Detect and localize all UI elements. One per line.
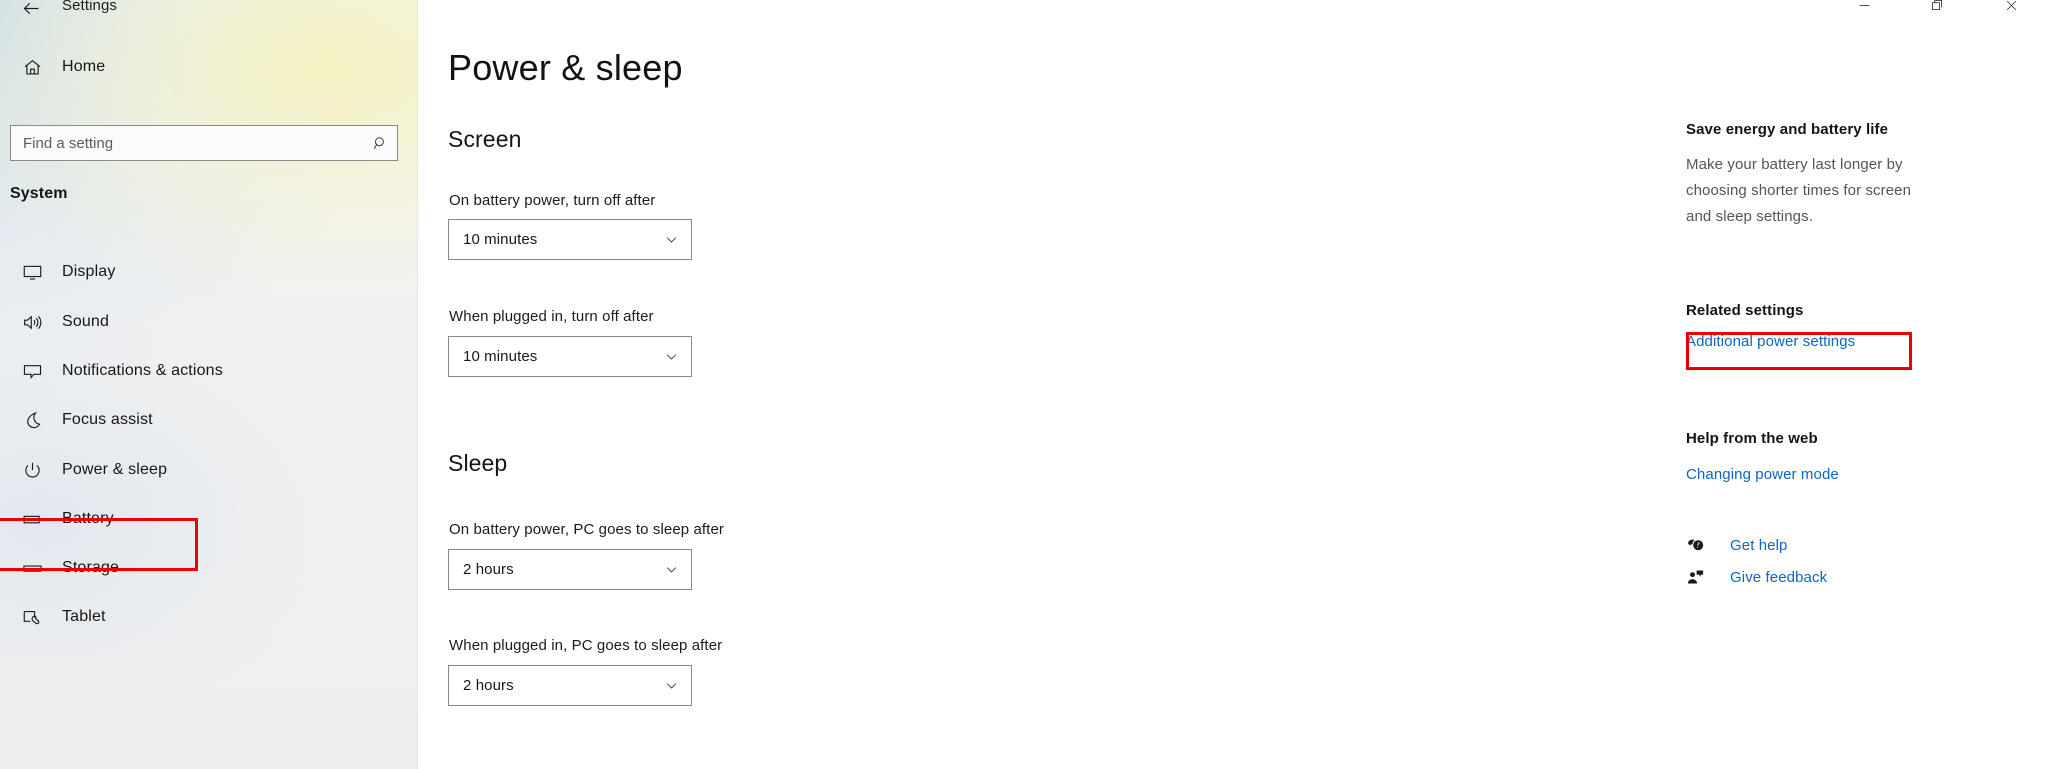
dropdown-value: 10 minutes [463,348,538,365]
power-icon [10,460,54,481]
settings-window: Settings Home System DisplaySoundNotific… [0,0,2048,769]
sidebar-item-label: Display [62,263,116,280]
right-rail: Save energy and battery life Make your b… [1686,0,2048,769]
chevron-down-icon [651,678,691,693]
sidebar-item-label: Notifications & actions [62,362,223,379]
section-heading-sleep: Sleep [448,450,508,476]
rail-text-save-energy: Make your battery last longer by choosin… [1686,156,1912,225]
rail-heading-save-energy: Save energy and battery life [1686,121,1889,138]
tablet-icon [10,607,54,628]
get-help-label: Get help [1730,536,1788,554]
sidebar-item-label: Storage [62,559,120,576]
sidebar-item-label: Power & sleep [62,461,168,478]
battery-icon [10,509,54,530]
restore-button[interactable] [1901,0,1974,18]
storage-icon [10,558,54,579]
sidebar-item-sound[interactable]: Sound [0,296,418,348]
page-title: Power & sleep [448,47,683,88]
sidebar-item-label: Focus assist [62,411,153,428]
feedback-person-icon [1686,568,1720,587]
help-bubble-icon [1686,536,1720,555]
sidebar-item-storage[interactable]: Storage [0,542,418,594]
dropdown-screen-plugged-in[interactable]: 10 minutes [448,336,692,377]
sidebar-item-power-sleep[interactable]: Power & sleep [0,444,418,496]
rail-heading-related-settings: Related settings [1686,302,1804,319]
sidebar-item-label: Sound [62,313,110,330]
give-feedback-link[interactable]: Give feedback [1686,564,1827,590]
give-feedback-label: Give feedback [1730,568,1828,586]
minimize-button[interactable] [1828,0,1901,18]
monitor-icon [10,262,54,283]
sidebar-item-tablet[interactable]: Tablet [0,591,418,643]
label-sleep-plugged-in: When plugged in, PC goes to sleep after [449,637,723,654]
moon-icon [10,410,54,431]
dropdown-screen-on-battery[interactable]: 10 minutes [448,219,692,260]
close-button[interactable] [1975,0,2048,18]
label-screen-on-battery: On battery power, turn off after [449,192,656,209]
get-help-link[interactable]: Get help [1686,532,1788,558]
sidebar-item-notifications-actions[interactable]: Notifications & actions [0,345,418,397]
section-heading-screen: Screen [448,126,522,152]
additional-power-settings-link[interactable]: Additional power settings [1686,333,1855,350]
chevron-down-icon [651,232,691,247]
label-sleep-on-battery: On battery power, PC goes to sleep after [449,521,724,538]
sidebar: Settings Home System DisplaySoundNotific… [0,0,418,769]
changing-power-mode-link[interactable]: Changing power mode [1686,466,1839,483]
sidebar-item-battery[interactable]: Battery [0,493,418,545]
dropdown-sleep-on-battery[interactable]: 2 hours [448,549,692,590]
chevron-down-icon [651,562,691,577]
speaker-icon [10,312,54,333]
notification-icon [10,361,54,382]
window-controls [1828,0,2048,26]
label-screen-plugged-in: When plugged in, turn off after [449,308,654,325]
sidebar-item-focus-assist[interactable]: Focus assist [0,394,418,446]
dropdown-value: 2 hours [463,561,514,578]
sidebar-item-display[interactable]: Display [0,246,418,298]
sidebar-item-label: Tablet [62,608,106,625]
dropdown-value: 2 hours [463,677,514,694]
rail-heading-help-from-web: Help from the web [1686,430,1818,447]
sidebar-item-label: Battery [62,510,114,527]
chevron-down-icon [651,349,691,364]
dropdown-sleep-plugged-in[interactable]: 2 hours [448,665,692,706]
sidebar-nav-list: Display Sound Notifications & actions Focus… [0,0,418,769]
dropdown-value: 10 minutes [463,231,538,248]
